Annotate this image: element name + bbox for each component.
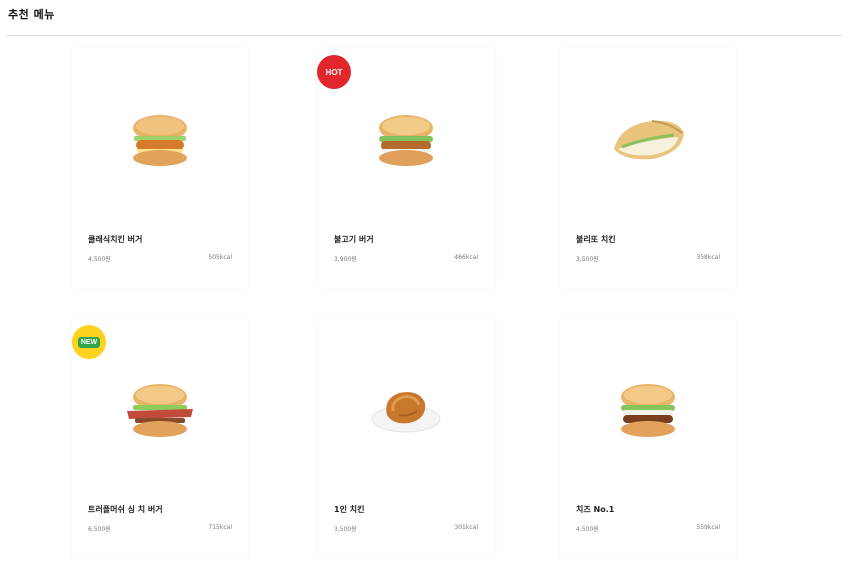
menu-card[interactable]: 클래식치킨 버거 4,500원 505kcal	[72, 48, 248, 288]
menu-item-kcal: 715kcal	[208, 524, 232, 531]
menu-item-name: 치즈 No.1	[576, 505, 615, 514]
menu-item-name: 1인 치킨	[334, 505, 365, 514]
burrito-icon	[560, 100, 736, 180]
menu-item-price: 6,500원	[88, 526, 111, 533]
chicken-burger-icon	[72, 100, 248, 180]
bulgogi-burger-icon	[318, 100, 494, 180]
menu-item-name: 클래식치킨 버거	[88, 235, 143, 244]
menu-item-kcal: 301kcal	[454, 524, 478, 531]
hot-badge: HOT	[317, 55, 351, 89]
menu-item-kcal: 505kcal	[208, 254, 232, 261]
menu-item-price: 4,500원	[576, 526, 599, 533]
new-badge-label: NEW	[77, 336, 101, 348]
bacon-burger-icon	[72, 370, 248, 450]
menu-item-name: 트러플머쉬 싱 치 버거	[88, 505, 163, 514]
menu-item-kcal: 466kcal	[454, 254, 478, 261]
fried-chicken-icon	[318, 370, 494, 450]
new-badge: NEW	[72, 325, 106, 359]
menu-item-name: 불리또 치킨	[576, 235, 616, 244]
menu-item-price: 3,500원	[576, 256, 599, 263]
menu-grid: 클래식치킨 버거 4,500원 505kcal 불고기 버거 3,900원 46…	[0, 0, 849, 562]
menu-item-kcal: 358kcal	[696, 254, 720, 261]
menu-card[interactable]: 1인 치킨 3,500원 301kcal	[318, 318, 494, 558]
menu-item-name: 불고기 버거	[334, 235, 374, 244]
menu-item-price: 3,500원	[334, 526, 357, 533]
cheese-burger-icon	[560, 370, 736, 450]
menu-item-kcal: 559kcal	[696, 524, 720, 531]
menu-card[interactable]: 불리또 치킨 3,500원 358kcal	[560, 48, 736, 288]
menu-item-price: 3,900원	[334, 256, 357, 263]
menu-item-price: 4,500원	[88, 256, 111, 263]
menu-card[interactable]: 치즈 No.1 4,500원 559kcal	[560, 318, 736, 558]
